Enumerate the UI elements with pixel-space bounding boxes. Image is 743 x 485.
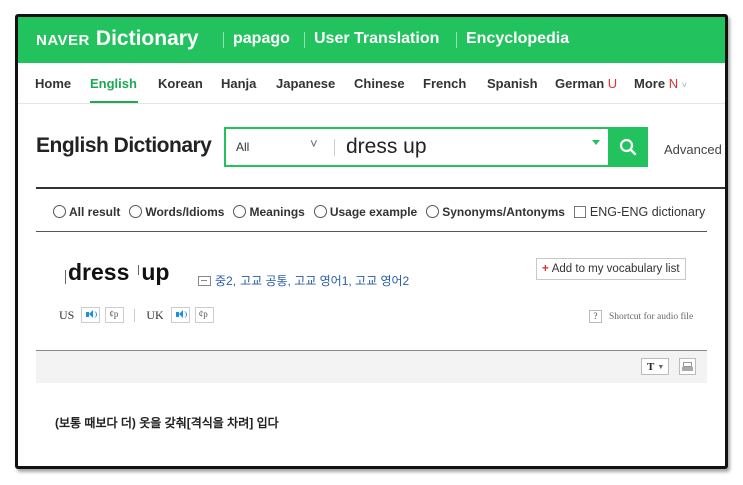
text-size-button[interactable]: T ▼ (641, 358, 669, 375)
add-to-vocabulary-button[interactable]: + Add to my vocabulary list (536, 258, 686, 280)
page-title: English Dictionary (36, 134, 212, 157)
chevron-down-icon: ▼ (657, 363, 665, 371)
speaker-icon (86, 310, 94, 318)
audio-shortcut[interactable]: ? Shortcut for audio file (589, 310, 693, 323)
filter-meanings[interactable]: Meanings (233, 205, 305, 219)
filter-label: All result (69, 205, 121, 219)
level-grade[interactable]: 중2, (215, 272, 236, 289)
print-icon[interactable] (679, 358, 696, 375)
uk-speed-button[interactable]: ¢p (194, 307, 214, 323)
nav-item-hanja[interactable]: Hanja (221, 76, 256, 91)
headword-part: up (141, 259, 170, 285)
search-button[interactable] (608, 127, 648, 167)
search-icon (619, 138, 637, 156)
sound-wave-icon (93, 311, 98, 318)
us-speed-button[interactable]: ¢p (105, 307, 125, 323)
radio-icon (129, 205, 143, 218)
filter-label: Usage example (329, 205, 418, 219)
new-badge: N (668, 76, 679, 91)
pronunciation-row: US ¢p UK ¢p (59, 307, 214, 323)
add-to-vocabulary-label: Add to my vocabulary list (551, 263, 680, 275)
service-link-user-translation[interactable]: User Translation (314, 30, 439, 48)
radio-icon (426, 205, 440, 218)
naver-logo-text: NAVER (36, 32, 90, 49)
nav-item-german[interactable]: German U (555, 76, 617, 91)
plus-icon: + (542, 263, 549, 275)
entry-meaning: (보통 때보다 더) 옷을 갖춰[격식을 차려] 입다 (55, 416, 279, 430)
divider (36, 231, 707, 232)
filter-label: Words/Idioms (145, 205, 225, 219)
checkbox-icon (573, 206, 586, 218)
sound-wave-icon (183, 311, 187, 318)
search-divider (334, 139, 335, 156)
naver-dictionary-logo[interactable]: NAVER Dictionary (36, 27, 199, 51)
filter-label: Meanings (249, 205, 305, 219)
entry-headword: dress up (63, 259, 169, 286)
service-separator (223, 32, 224, 48)
filter-all-result[interactable]: All result (53, 205, 120, 219)
filter-synonyms-antonyms[interactable]: Synonyms/Antonyms (426, 205, 565, 219)
service-separator (304, 32, 305, 48)
search-scope-select[interactable]: All (236, 140, 249, 154)
us-label: US (59, 307, 75, 322)
eng-eng-checkbox[interactable]: ENG-ENG dictionary (573, 205, 706, 219)
entry-toolbar: T ▼ (36, 350, 707, 383)
divider (36, 187, 725, 189)
education-level: 중2, 고교 공통, 고교 영어1, 고교 영어2 (198, 272, 409, 289)
speed-icon: ¢p (198, 309, 208, 319)
chevron-down-icon[interactable]: ˅ (310, 136, 318, 151)
pron-separator (134, 308, 136, 322)
nav-item-spanish[interactable]: Spanish (487, 76, 538, 91)
chevron-down-icon: ˅ (681, 80, 687, 90)
updated-badge: U (607, 76, 618, 91)
shortcut-label: Shortcut for audio file (609, 311, 694, 322)
top-header: NAVER Dictionary papago User Translation… (18, 17, 725, 63)
uk-play-button[interactable] (170, 307, 190, 323)
active-tab-indicator (90, 101, 138, 103)
advanced-search-link[interactable]: Advanced (664, 142, 722, 157)
dictionary-logo-text: Dictionary (95, 27, 199, 50)
nav-item-home[interactable]: Home (35, 76, 71, 91)
nav-item-chinese[interactable]: Chinese (354, 76, 405, 91)
headword-part: dress (68, 259, 130, 285)
us-play-button[interactable] (81, 307, 101, 323)
filter-usage-example[interactable]: Usage example (313, 205, 418, 219)
level-list[interactable]: 고교 공통, 고교 영어1, 고교 영어2 (240, 272, 409, 289)
text-size-label: T (647, 361, 655, 373)
filter-label: Synonyms/Antonyms (442, 205, 565, 219)
nav-item-korean[interactable]: Korean (158, 76, 203, 91)
nav-item-japanese[interactable]: Japanese (276, 76, 335, 91)
speaker-icon (175, 310, 183, 318)
search-input[interactable]: dress up (346, 135, 427, 159)
speed-icon: ¢p (109, 309, 119, 319)
nav-item-german-label: German (555, 76, 605, 91)
language-nav: Home English Korean Hanja Japanese Chine… (18, 63, 725, 104)
service-link-encyclopedia[interactable]: Encyclopedia (466, 30, 569, 48)
level-icon (198, 275, 211, 286)
autocomplete-toggle-icon[interactable] (592, 140, 600, 145)
service-separator (456, 32, 457, 48)
search-filters: All result Words/Idioms Meanings Usage e… (53, 205, 705, 219)
filter-words-idioms[interactable]: Words/Idioms (129, 205, 224, 219)
radio-icon (233, 205, 247, 218)
browser-frame: NAVER Dictionary papago User Translation… (15, 14, 728, 469)
syllable-mark (65, 270, 66, 284)
radio-icon (53, 205, 66, 218)
radio-icon (313, 205, 327, 218)
nav-item-english[interactable]: English (90, 76, 137, 91)
service-link-papago[interactable]: papago (233, 30, 290, 48)
nav-item-more[interactable]: More N ˅ (634, 76, 687, 91)
checkbox-label: ENG-ENG dictionary (589, 205, 706, 219)
search-box: All ˅ dress up (224, 127, 612, 167)
uk-label: UK (146, 307, 164, 322)
nav-item-more-label: More (634, 76, 666, 91)
stress-mark (138, 265, 140, 275)
nav-item-french[interactable]: French (423, 76, 466, 91)
help-icon: ? (589, 310, 602, 323)
